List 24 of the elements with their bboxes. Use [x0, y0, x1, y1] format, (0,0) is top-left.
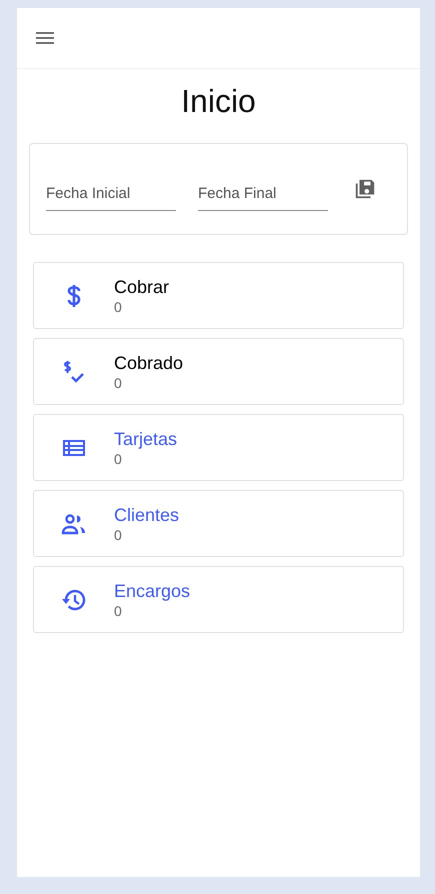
menu-card[interactable]: Cobrar 0	[33, 262, 404, 329]
end-date-field[interactable]: Fecha Final	[198, 181, 328, 211]
save-icon	[354, 178, 376, 200]
start-date-field[interactable]: Fecha Inicial	[46, 181, 176, 211]
menu-card[interactable]: Tarjetas 0	[33, 414, 404, 481]
card-title: Clientes	[114, 504, 180, 526]
menu-card[interactable]: Cobrado 0	[33, 338, 404, 405]
history-icon	[61, 588, 87, 612]
card-count: 0	[114, 298, 123, 316]
card-count: 0	[114, 450, 123, 468]
page-title: Inicio	[180, 82, 257, 121]
card-count: 0	[114, 602, 123, 620]
card-title: Encargos	[114, 580, 190, 602]
card-title: Cobrado	[114, 352, 184, 374]
card-title: Cobrar	[114, 276, 170, 298]
card-count: 0	[114, 374, 123, 392]
dollar-check-icon	[62, 360, 86, 384]
people-icon	[61, 512, 87, 534]
card-title: Tarjetas	[114, 428, 178, 450]
menu-icon	[35, 31, 55, 45]
card-count: 0	[114, 526, 123, 544]
dollar-icon	[66, 284, 82, 308]
menu-card[interactable]: Clientes 0	[33, 490, 404, 557]
menu-card[interactable]: Encargos 0	[33, 566, 404, 633]
